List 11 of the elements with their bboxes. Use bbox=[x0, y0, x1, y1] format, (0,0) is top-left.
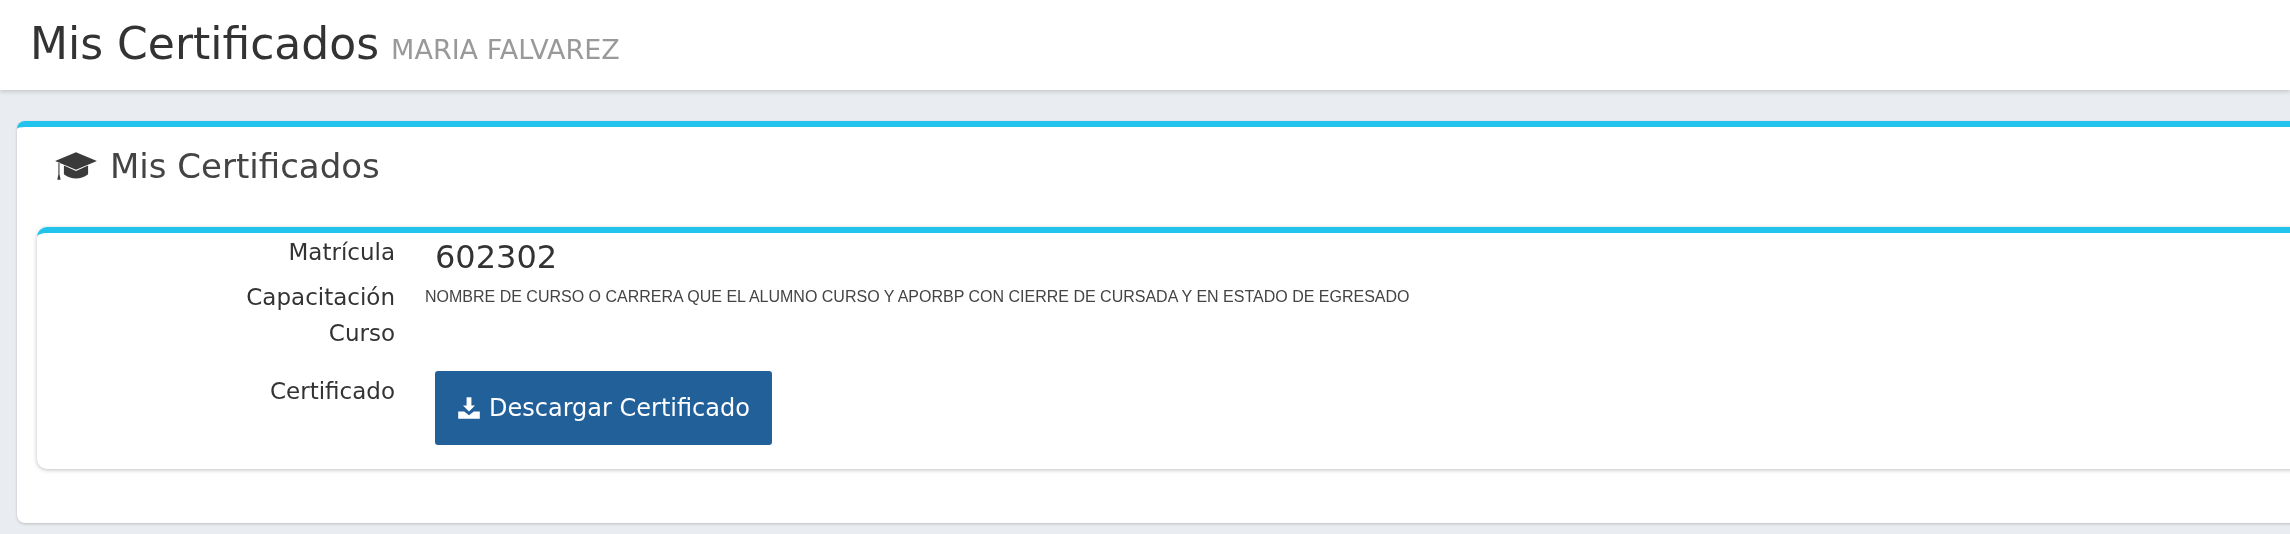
panel-title: Mis Certificados bbox=[110, 146, 380, 186]
download-icon bbox=[457, 396, 481, 420]
course-name: NOMBRE DE CURSO O CARRERA QUE EL ALUMNO CURSO Y APORBP CON CIERRE DE CURSADA Y EN ESTADO DE EGRESADO bbox=[425, 287, 1410, 307]
user-name: MARIA FALVAREZ bbox=[391, 34, 620, 65]
field-label: Certificado bbox=[269, 377, 395, 406]
download-certificate-button[interactable]: Descargar Certificado bbox=[435, 371, 772, 445]
field-label: Capacitación Curso bbox=[245, 283, 395, 348]
graduation-cap-icon bbox=[54, 149, 98, 183]
enrollment-number: 602302 bbox=[435, 237, 558, 278]
page-title: Mis Certificados bbox=[30, 18, 380, 69]
field-label: Matrícula bbox=[287, 238, 395, 267]
